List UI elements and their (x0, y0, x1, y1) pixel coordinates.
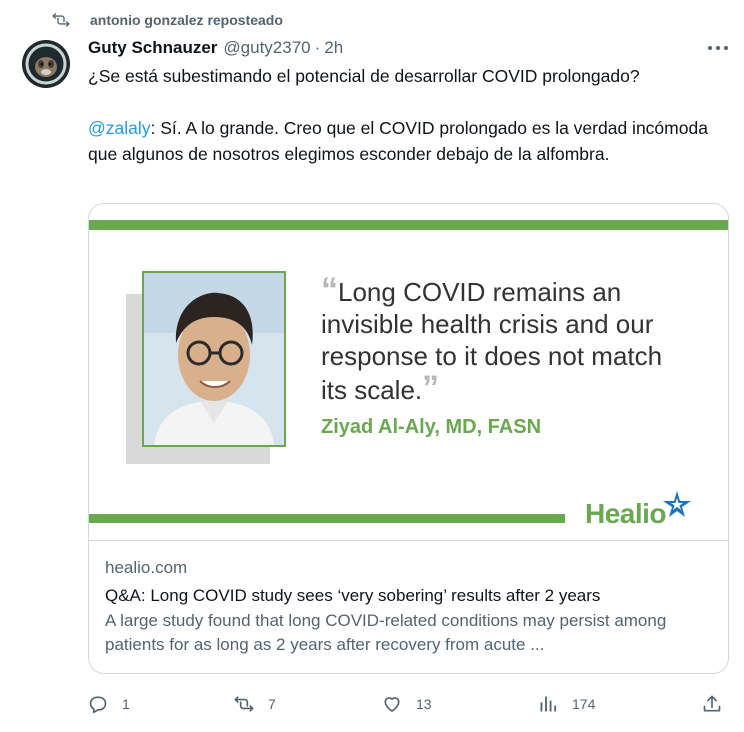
repost-icon (52, 13, 70, 27)
open-quote-mark: “ (321, 271, 338, 309)
like-count: 13 (416, 696, 432, 712)
repost-label[interactable]: antonio gonzalez reposteado (90, 12, 283, 28)
card-image[interactable]: “Long COVID remains an invisible health … (89, 204, 728, 540)
reply-count: 1 (122, 696, 130, 712)
timestamp[interactable]: 2h (324, 38, 343, 58)
healio-logo: Healio (585, 491, 692, 530)
card-title[interactable]: Q&A: Long COVID study sees ‘very soberin… (105, 585, 712, 607)
author-name[interactable]: Guty Schnauzer (88, 38, 217, 58)
like-button[interactable]: 13 (382, 690, 432, 718)
views-icon (540, 696, 557, 712)
card-domain: healio.com (105, 558, 188, 577)
portrait-icon (144, 273, 284, 445)
green-top-stripe (89, 220, 728, 230)
tweet-text: ¿Se está subestimando el potencial de de… (88, 63, 718, 167)
healio-wordmark: Healio (585, 498, 667, 529)
repost-icon (234, 696, 254, 712)
reply-button[interactable]: 1 (88, 690, 130, 718)
more-icon (708, 46, 728, 50)
tweet-line-question: ¿Se está subestimando el potencial de de… (88, 66, 640, 86)
share-button[interactable] (702, 690, 722, 718)
tweet-reply-paragraph: @zalaly: Sí. A lo grande. Creo que el CO… (88, 115, 718, 167)
close-quote-mark: ” (422, 369, 440, 407)
views-button[interactable]: 174 (538, 690, 595, 718)
portrait-photo (142, 271, 286, 447)
author-handle[interactable]: @guty2370 (223, 38, 310, 58)
green-bottom-stripe (89, 514, 565, 523)
repost-context: antonio gonzalez reposteado (52, 10, 283, 30)
heart-icon (384, 697, 400, 712)
repost-count: 7 (268, 696, 276, 712)
tweet-header: Guty Schnauzer @guty2370 · 2h (88, 37, 343, 59)
share-icon (703, 695, 721, 712)
quote-attribution: Ziyad Al-Aly, MD, FASN (321, 416, 542, 438)
pull-quote: “Long COVID remains an invisible health … (321, 271, 681, 407)
reply-icon (89, 696, 107, 714)
repost-button[interactable]: 7 (234, 690, 276, 718)
card-meta[interactable]: healio.com Q&A: Long COVID study sees ‘v… (89, 541, 728, 657)
more-options-button[interactable] (704, 38, 732, 58)
mention-link[interactable]: @zalaly (88, 118, 151, 138)
separator-dot: · (314, 38, 321, 57)
quote-text: Long COVID remains an invisible health c… (321, 277, 663, 405)
action-bar: 1 7 13 174 (88, 690, 728, 718)
avatar-icon (22, 40, 70, 88)
card-description: A large study found that long COVID-rela… (105, 611, 667, 654)
star-logo-icon (663, 491, 692, 517)
avatar[interactable] (22, 40, 70, 88)
views-count: 174 (572, 696, 596, 712)
tweet-reply-text: : Sí. A lo grande. Creo que el COVID pro… (88, 118, 708, 164)
link-preview-card[interactable]: “Long COVID remains an invisible health … (88, 203, 729, 674)
